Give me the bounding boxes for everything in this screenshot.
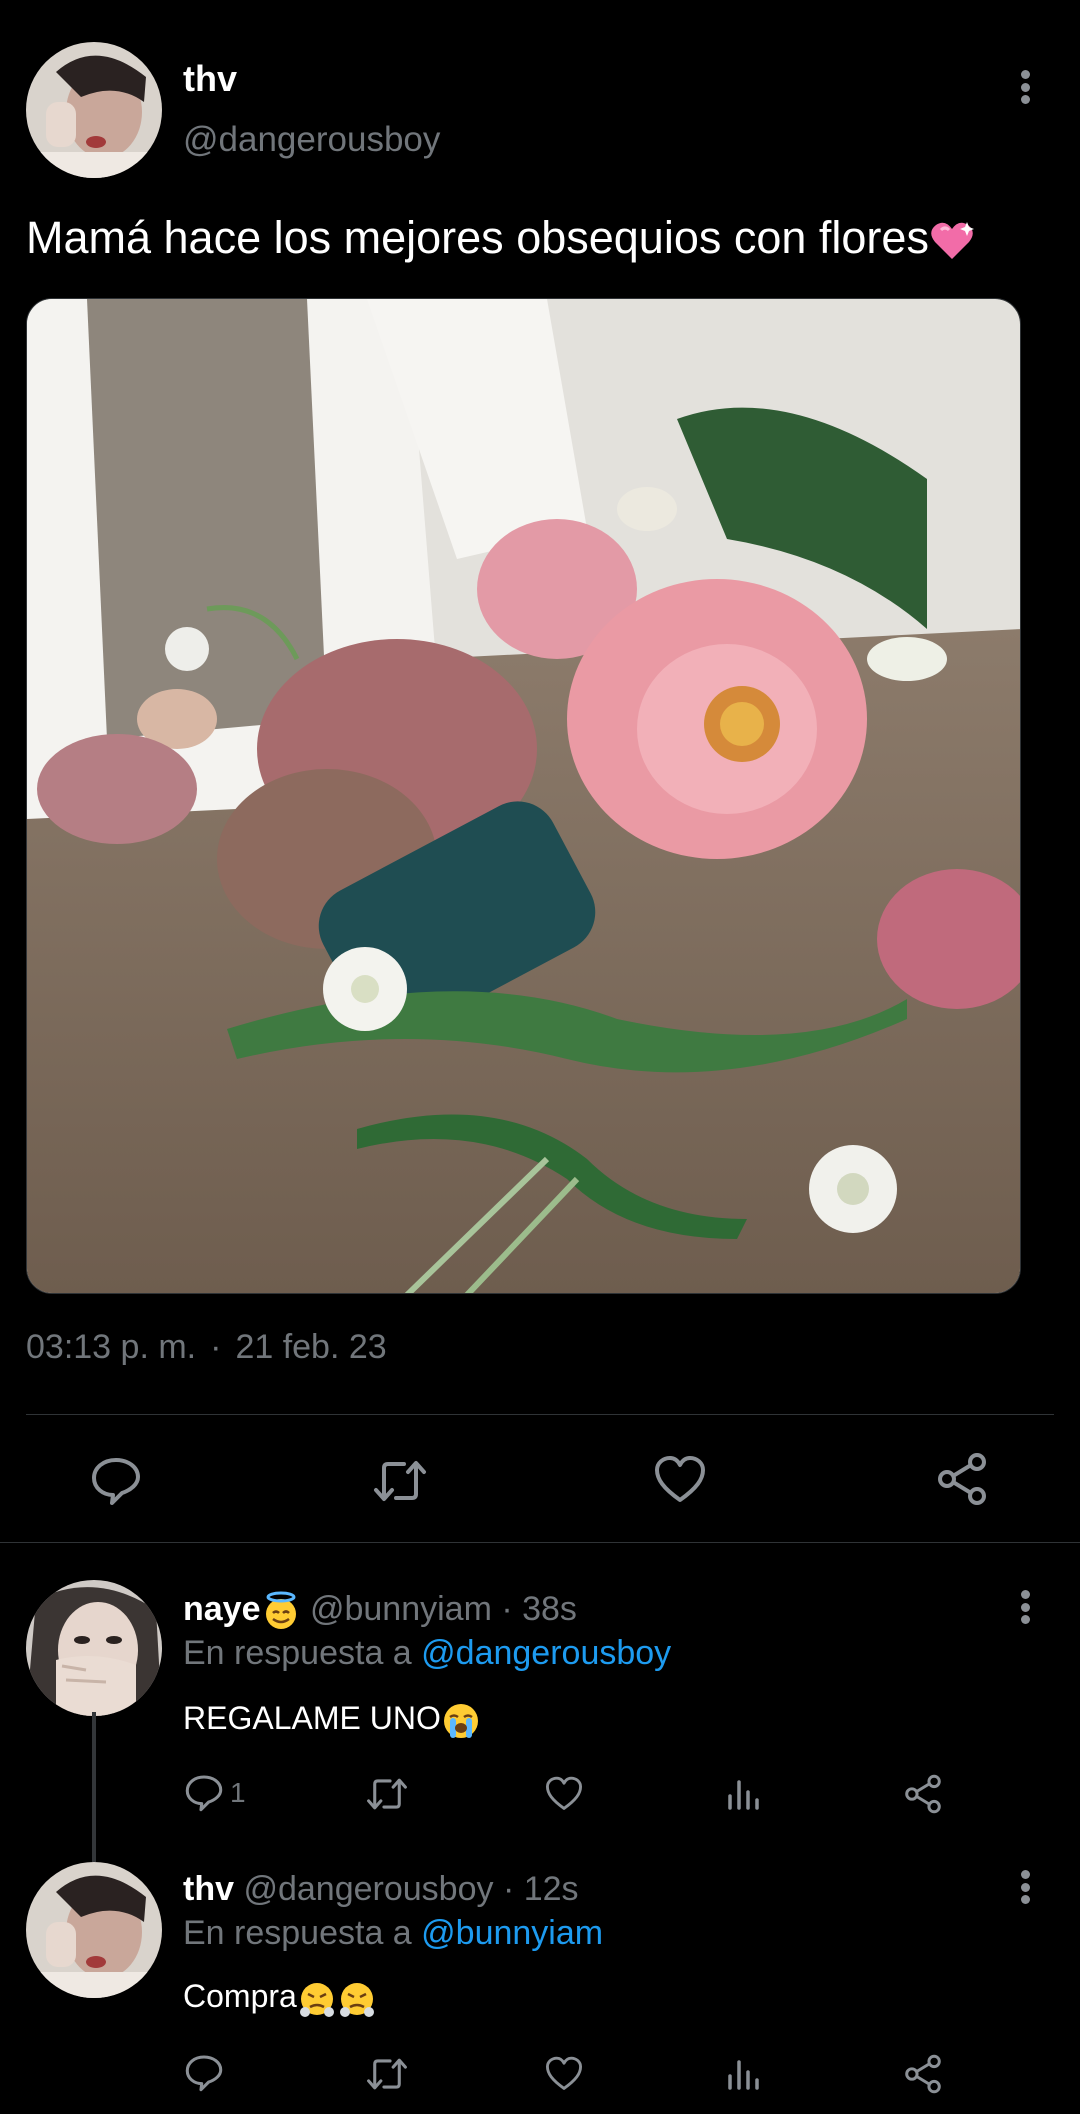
reply-author-handle[interactable]: @dangerousboy <box>243 1870 493 1908</box>
reply-context: En respuesta a @dangerousboy <box>183 1634 671 1673</box>
main-author-handle[interactable]: @dangerousboy <box>183 120 440 160</box>
tweet-text: Mamá hace los mejores obsequios con flor… <box>26 212 975 264</box>
more-icon[interactable] <box>1015 1590 1035 1624</box>
retweet-icon <box>367 2058 407 2090</box>
like-button[interactable] <box>544 2056 584 2092</box>
reply-time: · 38s <box>501 1590 577 1628</box>
divider <box>26 1414 1054 1415</box>
tweet-date: 21 feb. 23 <box>235 1328 387 1366</box>
retweet-button[interactable] <box>364 2056 410 2092</box>
loudly-crying-face-emoji <box>443 1703 478 1738</box>
views-button[interactable] <box>726 2056 762 2092</box>
share-button[interactable] <box>903 2054 943 2094</box>
reply-button[interactable]: 1 <box>184 1774 246 1812</box>
like-icon <box>545 2056 582 2090</box>
retweet-icon <box>374 1461 426 1501</box>
more-icon[interactable] <box>1015 1870 1035 1904</box>
main-author-name[interactable]: thv <box>183 58 237 100</box>
views-button[interactable] <box>726 1776 762 1812</box>
face-with-steam-from-nose-emoji <box>339 1982 374 2017</box>
smiling-face-with-halo-emoji <box>265 1591 296 1630</box>
timestamp-separator: · <box>210 1328 222 1366</box>
reply-prefix: En respuesta a <box>183 1634 412 1672</box>
reply-text-content: REGALAME UNO <box>183 1700 441 1736</box>
tweet-text-content: Mamá hace los mejores obsequios con flor… <box>26 212 929 263</box>
main-author-avatar[interactable] <box>26 42 162 178</box>
views-icon <box>728 2060 759 2090</box>
reply-author-name[interactable]: thv <box>183 1870 234 1908</box>
reply-text-content: Compra <box>183 1978 297 2014</box>
reply-text: Compra <box>183 1978 377 2019</box>
thread-line <box>92 1712 96 1862</box>
pink-heart-emoji <box>931 222 974 260</box>
reply-count: 1 <box>230 1777 246 1808</box>
more-icon[interactable] <box>1015 70 1035 104</box>
reply-mention-link[interactable]: @bunnyiam <box>421 1914 603 1952</box>
reply-icon <box>92 1458 140 1505</box>
retweet-button[interactable] <box>364 1776 410 1812</box>
views-icon <box>728 1780 759 1810</box>
reply-icon <box>185 2055 223 2092</box>
tweet-media-image[interactable] <box>26 298 1021 1294</box>
reply-icon <box>185 1775 223 1812</box>
reply-button[interactable] <box>90 1456 142 1506</box>
reply-mention-link[interactable]: @dangerousboy <box>421 1634 671 1672</box>
like-button[interactable] <box>653 1455 707 1505</box>
tweet-time: 03:13 p. m. <box>26 1328 197 1366</box>
reply-button[interactable] <box>184 2054 224 2092</box>
reply-header: naye @bunnyiam · 38s <box>183 1590 577 1631</box>
share-button[interactable] <box>903 1774 943 1814</box>
reply-text: REGALAME UNO <box>183 1700 481 1741</box>
retweet-icon <box>367 1778 407 1810</box>
tweet-timestamp[interactable]: 03:13 p. m. · 21 feb. 23 <box>26 1328 387 1367</box>
like-button[interactable] <box>544 1776 584 1812</box>
reply-prefix: En respuesta a <box>183 1914 412 1952</box>
share-button[interactable] <box>935 1452 989 1506</box>
face-with-steam-from-nose-emoji <box>299 1982 334 2017</box>
retweet-button[interactable] <box>370 1458 430 1504</box>
reply-context: En respuesta a @bunnyiam <box>183 1914 603 1953</box>
like-icon <box>545 1776 582 1810</box>
reply-time: · 12s <box>502 1870 579 1908</box>
reply-author-avatar[interactable] <box>26 1580 162 1716</box>
reply-author-handle[interactable]: @bunnyiam <box>310 1590 492 1628</box>
like-icon <box>655 1456 705 1502</box>
divider <box>0 1542 1080 1543</box>
share-icon <box>905 1774 941 1814</box>
reply-author-avatar[interactable] <box>26 1862 162 1998</box>
reply-header: thv @dangerousboy · 12s <box>183 1870 579 1909</box>
reply-author-name[interactable]: naye <box>183 1590 261 1628</box>
share-icon <box>905 2054 941 2094</box>
share-icon <box>938 1453 986 1505</box>
